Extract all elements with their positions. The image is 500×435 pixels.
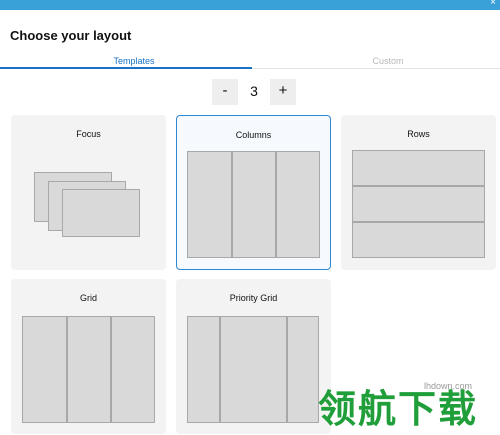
layout-preview-zone: [111, 316, 155, 423]
page-title: Choose your layout: [10, 28, 132, 43]
layout-preview-zone: [187, 316, 220, 423]
layout-preview-zone: [352, 186, 485, 222]
layout-card-label: Grid: [79, 293, 97, 303]
layout-preview-zone: [22, 316, 67, 423]
window-titlebar: ×: [0, 0, 500, 10]
layout-preview-zone: [276, 151, 320, 258]
layout-preview-zone: [232, 151, 276, 258]
zone-count-value: 3: [250, 83, 258, 99]
layout-card-label: Focus: [76, 129, 101, 139]
layout-preview-zone: [352, 222, 485, 258]
tab-templates[interactable]: Templates: [84, 56, 184, 66]
layout-card-columns[interactable]: Columns: [176, 115, 331, 270]
tab-custom[interactable]: Custom: [338, 56, 438, 66]
layout-card-label: Priority Grid: [229, 293, 278, 303]
layout-preview-zone: [187, 151, 232, 258]
layout-preview-zone: [220, 316, 287, 423]
layout-card-label: Rows: [407, 129, 430, 139]
increment-button[interactable]: +: [270, 79, 296, 105]
layout-preview-zone: [62, 189, 140, 237]
decrement-button[interactable]: -: [212, 79, 238, 105]
watermark-url: lhdown.com: [424, 381, 473, 391]
layout-preview-zone: [352, 150, 485, 186]
layout-card-focus[interactable]: Focus: [11, 115, 166, 270]
layout-card-grid[interactable]: Grid: [11, 279, 166, 434]
layout-card-label: Columns: [235, 130, 272, 140]
layout-card-rows[interactable]: Rows: [341, 115, 496, 270]
layout-preview-zone: [287, 316, 319, 423]
layout-preview-zone: [67, 316, 111, 423]
tab-divider: [252, 68, 500, 69]
tab-active-indicator: [0, 67, 252, 69]
close-icon[interactable]: ×: [490, 0, 496, 9]
layout-card-priority-grid[interactable]: Priority Grid: [176, 279, 331, 434]
